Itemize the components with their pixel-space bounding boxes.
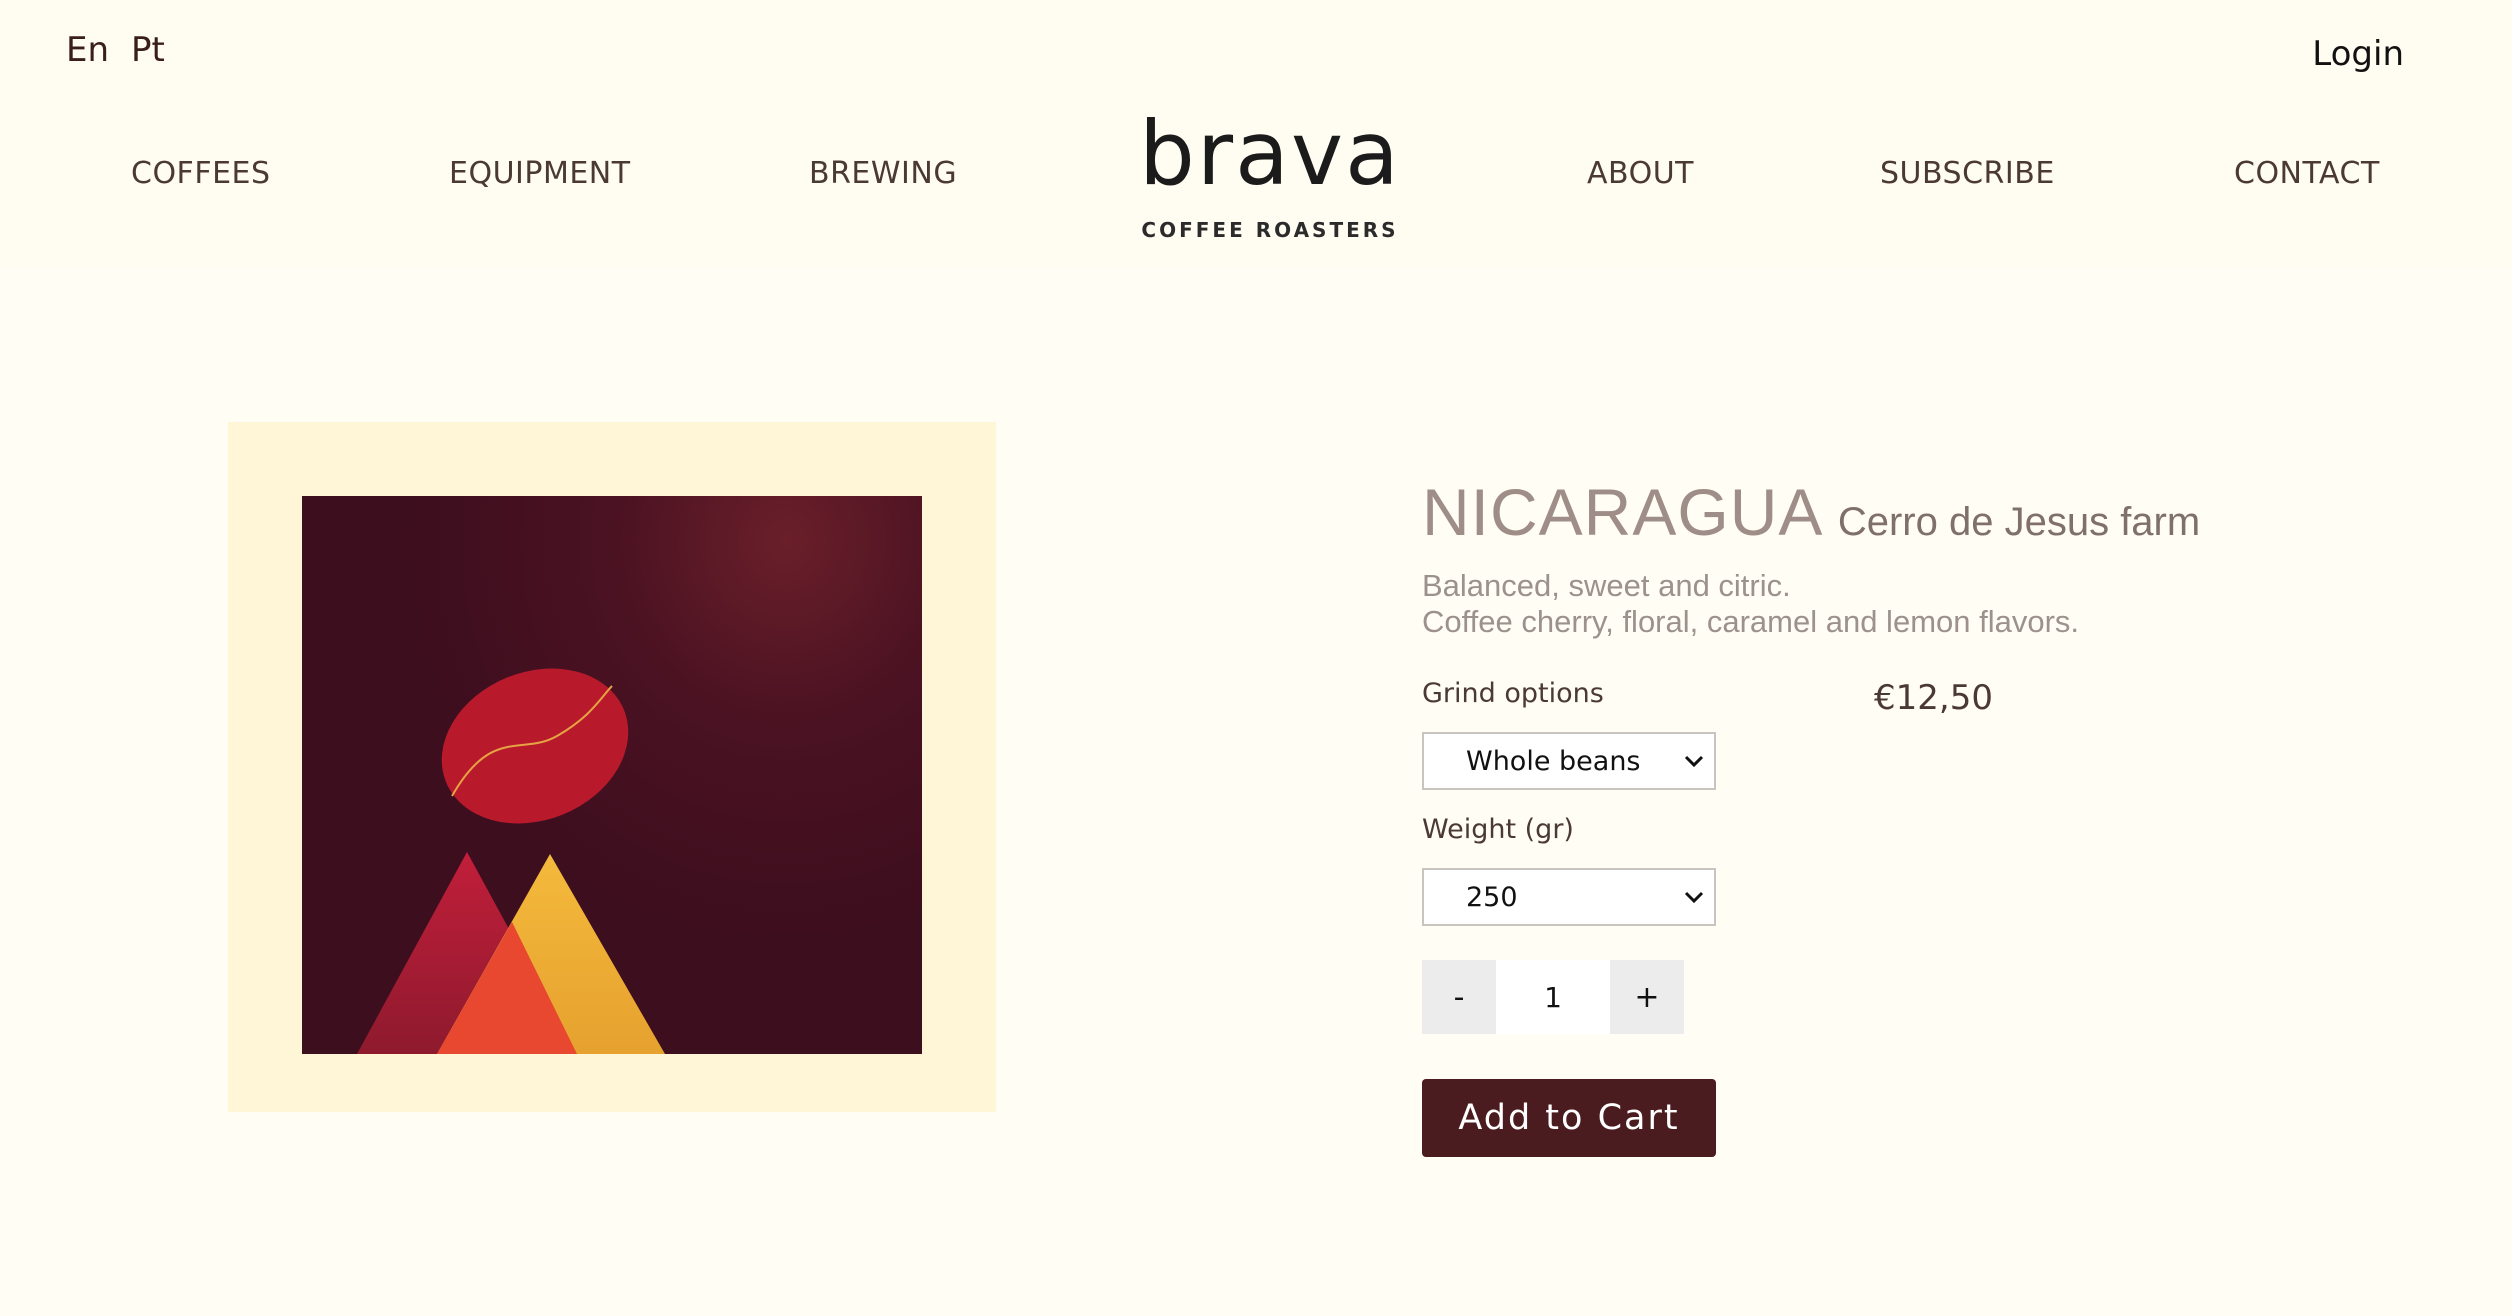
coffee-bean-icon: [441, 668, 629, 824]
weight-label: Weight (gr): [1422, 814, 1574, 845]
weight-selected-value: 250: [1466, 881, 1518, 913]
coffee-label-artwork: [302, 496, 922, 1054]
mountains-icon: [357, 852, 665, 1054]
product-name: NICARAGUA: [1422, 475, 1824, 549]
add-to-cart-button[interactable]: Add to Cart: [1422, 1079, 1716, 1157]
nav-coffees[interactable]: COFFEES: [131, 156, 271, 191]
language-switcher: En Pt: [66, 30, 165, 70]
login-link[interactable]: Login: [2312, 34, 2404, 74]
grind-options-select[interactable]: Whole beans: [1422, 732, 1716, 790]
description-line-1: Balanced, sweet and citric.: [1422, 568, 1791, 603]
brand-logo[interactable]: brava COFFEE ROASTERS: [1130, 102, 1410, 243]
product-description: Balanced, sweet and citric. Coffee cherr…: [1422, 568, 2079, 640]
grind-options-label: Grind options: [1422, 678, 1604, 709]
quantity-input[interactable]: 1: [1496, 960, 1610, 1034]
quantity-decrease-button[interactable]: -: [1422, 960, 1496, 1034]
nav-equipment[interactable]: EQUIPMENT: [449, 156, 631, 191]
chevron-down-icon: [1674, 746, 1714, 776]
product-image: [228, 422, 996, 1112]
description-line-2: Coffee cherry, floral, caramel and lemon…: [1422, 604, 2080, 639]
logo-wordmark: brava: [1139, 102, 1401, 205]
nav-subscribe[interactable]: SUBSCRIBE: [1880, 156, 2055, 191]
logo-subtitle: COFFEE ROASTERS: [1141, 218, 1399, 242]
grind-selected-value: Whole beans: [1466, 745, 1641, 777]
nav-about[interactable]: ABOUT: [1587, 156, 1694, 191]
weight-select[interactable]: 250: [1422, 868, 1716, 926]
chevron-down-icon: [1674, 882, 1714, 912]
product-origin: Cerro de Jesus farm: [1837, 500, 2201, 544]
quantity-increase-button[interactable]: +: [1610, 960, 1684, 1034]
product-price: €12,50: [1874, 678, 1993, 718]
product-title: NICARAGUA Cerro de Jesus farm: [1422, 474, 2200, 550]
site-header: En Pt Login COFFEES EQUIPMENT BREWING br…: [0, 0, 2512, 268]
language-pt-link[interactable]: Pt: [131, 30, 165, 70]
language-en-link[interactable]: En: [66, 30, 109, 70]
bean-and-mountains-illustration: [357, 668, 665, 1054]
product-page: En Pt Login COFFEES EQUIPMENT BREWING br…: [0, 0, 2512, 1316]
nav-brewing[interactable]: BREWING: [809, 156, 957, 191]
quantity-stepper: - 1 +: [1422, 960, 1684, 1034]
nav-contact[interactable]: CONTACT: [2234, 156, 2380, 191]
